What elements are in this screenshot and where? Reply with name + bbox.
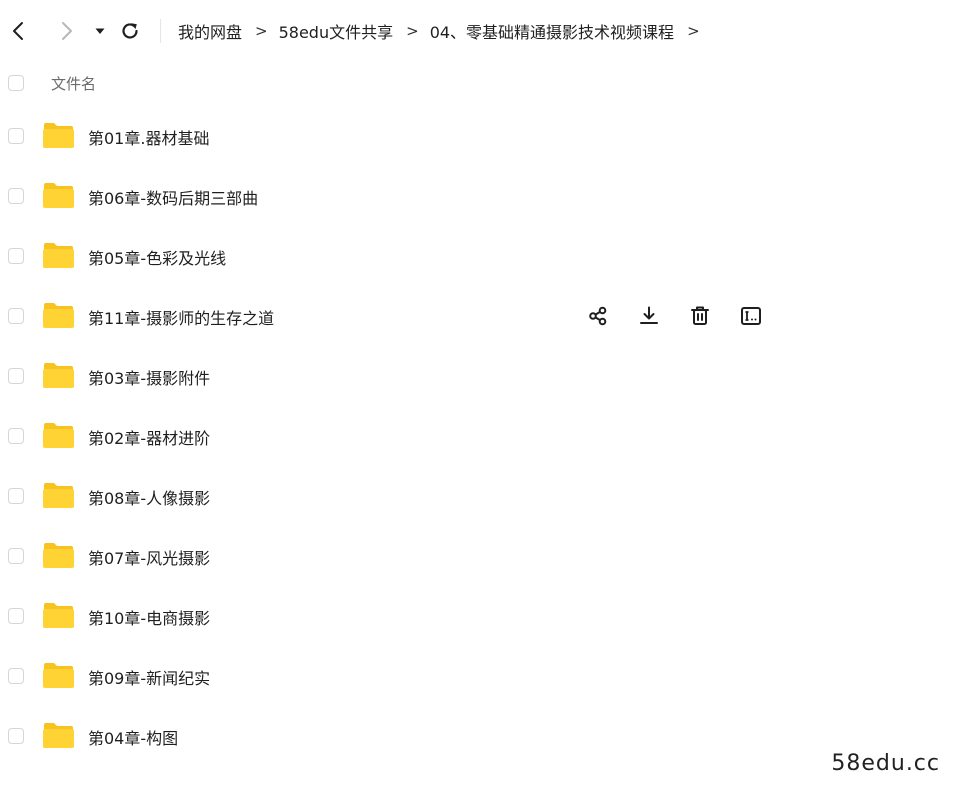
breadcrumb-item-shared-folder[interactable]: 58edu文件共享 [279, 19, 394, 43]
file-row[interactable]: 第04章-构图 [0, 706, 956, 766]
rename-icon [741, 307, 761, 325]
select-all-checkbox[interactable] [8, 75, 24, 91]
file-row[interactable]: 第03章-摄影附件 [0, 346, 956, 406]
delete-button[interactable] [686, 302, 714, 330]
top-navigation-bar: 我的网盘 > 58edu文件共享 > 04、零基础精通摄影技术视频课程 > [0, 0, 956, 62]
download-icon [640, 306, 658, 324]
file-row[interactable]: 第02章-器材进阶 [0, 406, 956, 466]
row-checkbox[interactable] [8, 488, 24, 504]
folder-icon [43, 483, 74, 508]
file-row[interactable]: 第01章.器材基础 [0, 106, 956, 166]
folder-icon [43, 543, 74, 568]
list-header: 文件名 [0, 62, 956, 104]
row-checkbox[interactable] [8, 548, 24, 564]
file-name[interactable]: 第03章-摄影附件 [88, 365, 210, 389]
file-name[interactable]: 第05章-色彩及光线 [88, 245, 226, 269]
folder-icon [43, 363, 74, 388]
file-name[interactable]: 第06章-数码后期三部曲 [88, 185, 258, 209]
row-checkbox[interactable] [8, 368, 24, 384]
folder-icon [43, 423, 74, 448]
file-name[interactable]: 第02章-器材进阶 [88, 425, 210, 449]
row-checkbox[interactable] [8, 308, 24, 324]
row-checkbox[interactable] [8, 668, 24, 684]
file-row[interactable]: 第11章-摄影师的生存之道 [0, 286, 956, 346]
folder-icon [43, 723, 74, 748]
caret-down-icon [95, 28, 105, 34]
breadcrumb: 我的网盘 > 58edu文件共享 > 04、零基础精通摄影技术视频课程 > [178, 18, 711, 44]
refresh-icon [122, 23, 138, 39]
file-row[interactable]: 第09章-新闻纪实 [0, 646, 956, 706]
file-row[interactable]: 第06章-数码后期三部曲 [0, 166, 956, 226]
file-name[interactable]: 第04章-构图 [88, 725, 178, 749]
file-row[interactable]: 第07章-风光摄影 [0, 526, 956, 586]
file-name[interactable]: 第07章-风光摄影 [88, 545, 210, 569]
file-list: 第01章.器材基础第06章-数码后期三部曲 第05章-色彩及光线第11章-摄影师的… [0, 106, 956, 766]
delete-icon [691, 306, 709, 325]
row-checkbox[interactable] [8, 188, 24, 204]
file-name[interactable]: 第09章-新闻纪实 [88, 665, 210, 689]
file-row[interactable]: 第10章-电商摄影 [0, 586, 956, 646]
share-button[interactable] [584, 302, 612, 330]
refresh-button[interactable] [117, 18, 143, 44]
rename-button[interactable] [737, 302, 765, 330]
file-name[interactable]: 第11章-摄影师的生存之道 [88, 305, 274, 329]
row-checkbox[interactable] [8, 128, 24, 144]
download-button[interactable] [635, 302, 663, 330]
row-actions [584, 302, 788, 330]
folder-icon [43, 123, 74, 148]
breadcrumb-separator: > [687, 22, 700, 40]
back-button[interactable] [6, 18, 32, 44]
chevron-right-icon [62, 22, 72, 40]
folder-icon [43, 243, 74, 268]
chevron-left-icon [13, 22, 23, 40]
breadcrumb-separator: > [255, 22, 268, 40]
breadcrumb-item-my-drive[interactable]: 我的网盘 [178, 19, 242, 43]
row-checkbox[interactable] [8, 728, 24, 744]
folder-icon [43, 603, 74, 628]
row-checkbox[interactable] [8, 248, 24, 264]
file-row[interactable]: 第05章-色彩及光线 [0, 226, 956, 286]
folder-icon [43, 303, 74, 328]
share-icon [589, 306, 607, 326]
folder-icon [43, 183, 74, 208]
folder-icon [43, 663, 74, 688]
name-column-header[interactable]: 文件名 [51, 73, 96, 94]
row-checkbox[interactable] [8, 428, 24, 444]
forward-button[interactable] [53, 18, 79, 44]
breadcrumb-item-current-folder[interactable]: 04、零基础精通摄影技术视频课程 [430, 19, 674, 43]
file-name[interactable]: 第01章.器材基础 [88, 125, 209, 149]
row-checkbox[interactable] [8, 608, 24, 624]
file-row[interactable]: 第08章-人像摄影 [0, 466, 956, 526]
file-name[interactable]: 第10章-电商摄影 [88, 605, 210, 629]
watermark: 58edu.cc [831, 751, 940, 776]
file-name[interactable]: 第08章-人像摄影 [88, 485, 210, 509]
history-dropdown-button[interactable] [87, 18, 113, 44]
breadcrumb-separator: > [406, 22, 419, 40]
toolbar-divider [160, 19, 161, 43]
